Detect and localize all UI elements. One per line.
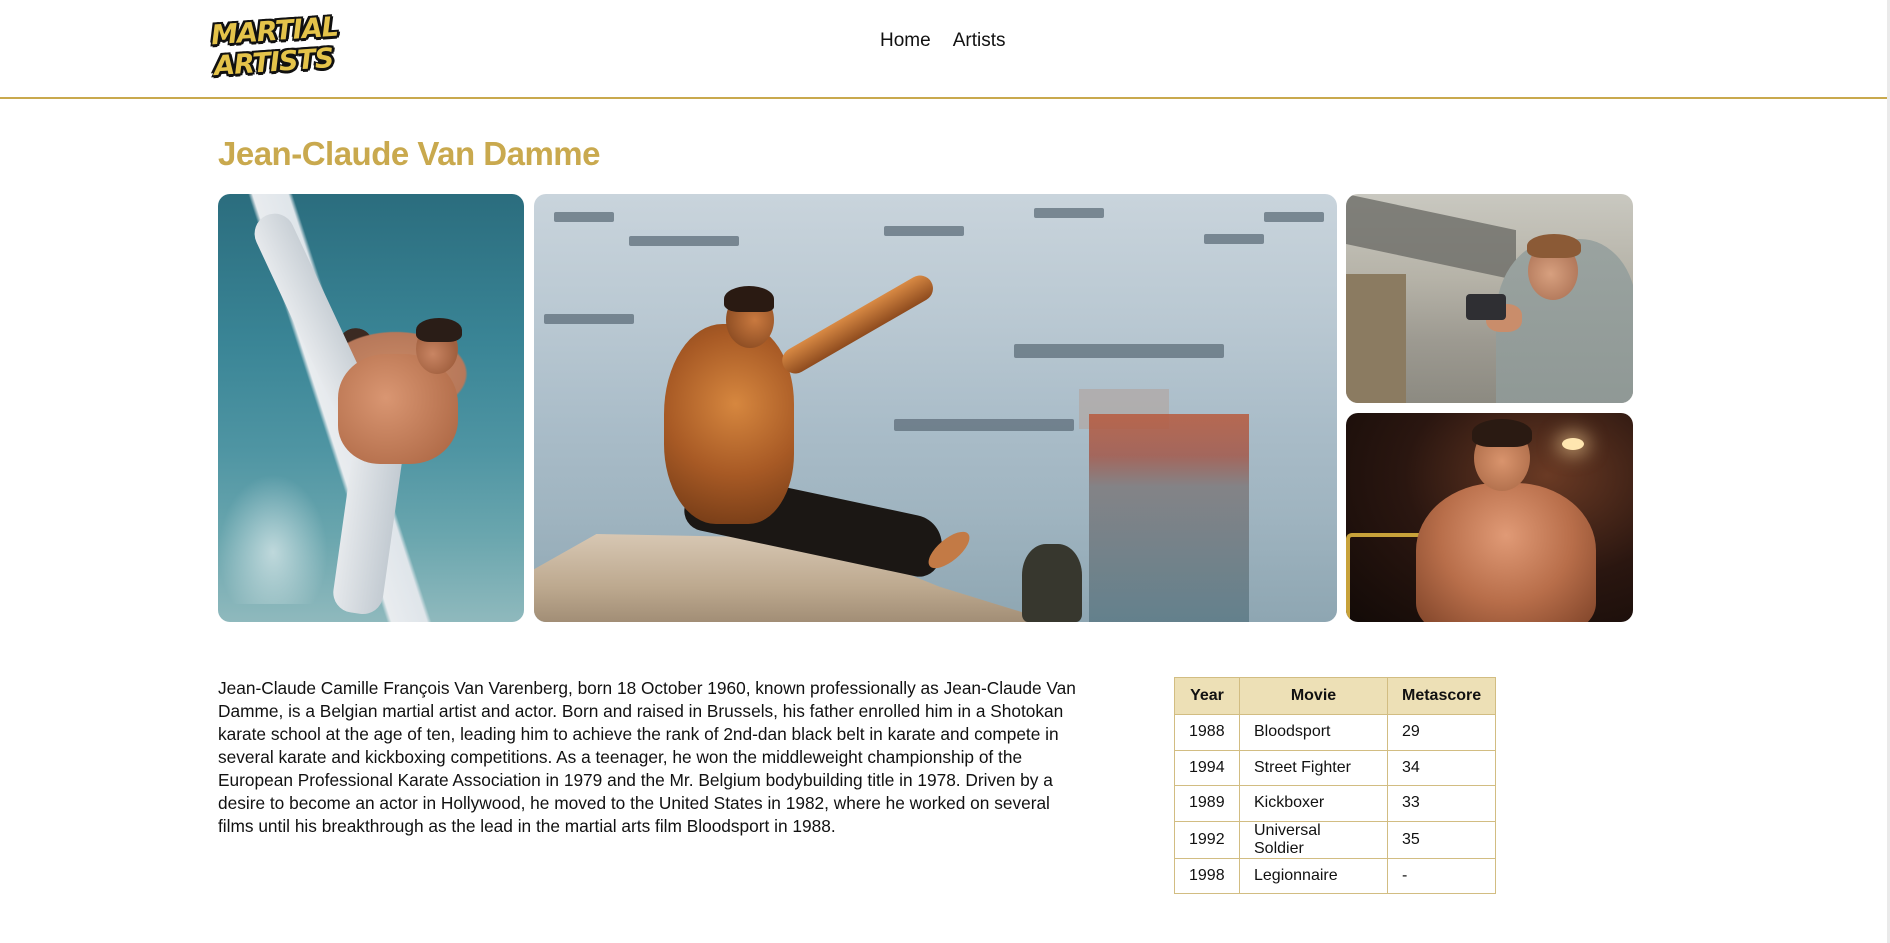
nav-home-link[interactable]: Home — [880, 30, 931, 52]
cell-metascore: 34 — [1386, 749, 1497, 786]
torso — [1416, 483, 1596, 622]
cell-movie: Legionnaire — [1239, 857, 1388, 894]
hair — [1527, 234, 1581, 258]
water-splash — [218, 474, 328, 604]
cell-metascore: 29 — [1386, 714, 1497, 751]
gallery-photo-stance[interactable] — [1346, 413, 1633, 622]
hair — [724, 286, 774, 312]
ship — [1204, 234, 1264, 244]
gallery-photo-high-kick[interactable] — [218, 194, 524, 622]
hair — [1472, 419, 1532, 447]
column-header-movie: Movie — [1239, 677, 1388, 715]
main-nav: Home Artists — [880, 30, 1005, 52]
distant-tower — [1089, 414, 1249, 622]
cell-year: 1989 — [1174, 785, 1240, 822]
cell-year: 1994 — [1174, 749, 1240, 786]
ship — [544, 314, 634, 324]
arm — [777, 270, 938, 379]
table-row: 1992 Universal Soldier 35 — [1174, 820, 1497, 859]
cell-year: 1988 — [1174, 714, 1240, 751]
ship — [554, 212, 614, 222]
gallery-photo-pistol[interactable] — [1346, 194, 1633, 403]
ship — [629, 236, 739, 246]
table-row: 1994 Street Fighter 34 — [1174, 749, 1497, 786]
cell-metascore: 33 — [1386, 785, 1497, 822]
table-header-row: Year Movie Metascore — [1174, 677, 1497, 715]
site-header: MARTIAL ARTISTS Home Artists — [0, 0, 1887, 99]
column-header-year: Year — [1174, 677, 1240, 715]
martial-artists-logo[interactable]: MARTIAL ARTISTS — [210, 8, 339, 86]
nav-artists-link[interactable]: Artists — [953, 30, 1006, 52]
torso — [664, 324, 794, 524]
cell-movie: Bloodsport — [1239, 714, 1388, 751]
page-title: Jean-Claude Van Damme — [218, 135, 601, 172]
ship — [894, 419, 1074, 431]
cell-year: 1998 — [1174, 857, 1240, 894]
awning — [1346, 194, 1516, 281]
cell-movie: Kickboxer — [1239, 785, 1388, 822]
cell-metascore: 35 — [1386, 820, 1497, 859]
movies-table: Year Movie Metascore 1988 Bloodsport 29 … — [1174, 677, 1497, 894]
table-row: 1998 Legionnaire - — [1174, 857, 1497, 894]
table-row: 1989 Kickboxer 33 — [1174, 785, 1497, 822]
logo-line-2: ARTISTS — [213, 42, 335, 83]
hair — [416, 318, 462, 342]
ship — [1014, 344, 1224, 358]
crates — [1346, 274, 1406, 403]
cell-metascore: - — [1386, 857, 1497, 894]
ship — [884, 226, 964, 236]
column-header-metascore: Metascore — [1386, 677, 1497, 715]
ship — [1034, 208, 1104, 218]
ship — [1264, 212, 1324, 222]
lamp — [1562, 438, 1584, 450]
cell-movie: Universal Soldier — [1239, 820, 1388, 859]
cell-movie: Street Fighter — [1239, 749, 1388, 786]
gallery-photo-split[interactable] — [534, 194, 1337, 622]
stone-lion-statue — [1022, 544, 1082, 622]
pistol — [1466, 294, 1506, 320]
cell-year: 1992 — [1174, 820, 1240, 859]
table-row: 1988 Bloodsport 29 — [1174, 714, 1497, 751]
artist-biography: Jean-Claude Camille François Van Varenbe… — [218, 678, 1076, 836]
